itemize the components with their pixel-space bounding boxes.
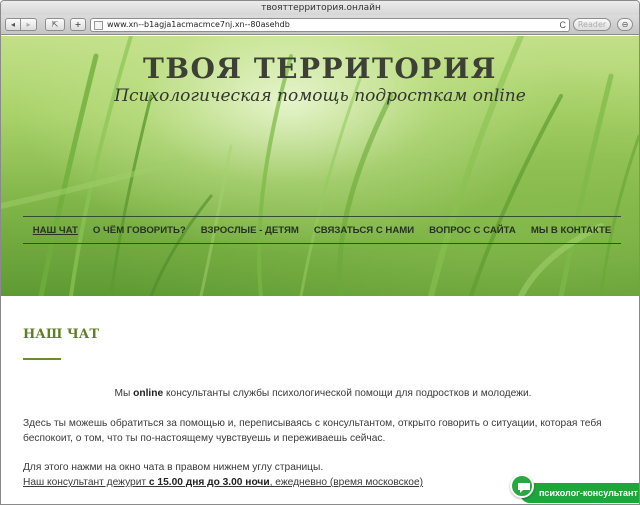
- instruction-paragraph: Для этого нажми на окно чата в правом ни…: [23, 462, 324, 473]
- new-tab-button[interactable]: +: [70, 18, 86, 31]
- schedule-text-pre: Наш консультант дежурит: [23, 477, 149, 488]
- nav-divider-bottom: [23, 243, 621, 244]
- chat-label[interactable]: психолог-консультант: [520, 483, 639, 503]
- nav-item-what-to-talk-about[interactable]: О ЧЁМ ГОВОРИТЬ?: [93, 225, 186, 236]
- window-title: твояттерритория.онлайн: [1, 1, 639, 15]
- intro-text-pre: Мы: [114, 388, 134, 399]
- nav-item-adults-to-children[interactable]: ВЗРОСЛЫЕ - ДЕТЯМ: [201, 225, 299, 236]
- browser-window: твояттерритория.онлайн ◂ ▸ ⇱ + www.xn--b…: [0, 0, 640, 505]
- nav-item-vkontakte[interactable]: МЫ В КОНТАКТЕ: [531, 225, 611, 236]
- description-paragraph: Здесь ты можешь обратиться за помощью и,…: [23, 418, 602, 444]
- intro-text-bold: online: [133, 388, 164, 399]
- header-banner: ТВОЯ ТЕРРИТОРИЯ Психологическая помощь п…: [1, 36, 639, 296]
- main-navigation: НАШ ЧАТ О ЧЁМ ГОВОРИТЬ? ВЗРОСЛЫЕ - ДЕТЯМ…: [23, 217, 621, 243]
- chat-bubble-icon[interactable]: [510, 474, 534, 498]
- schedule-text-post: , ежедневно (время московское): [269, 477, 424, 488]
- forward-button[interactable]: ▸: [21, 18, 37, 31]
- page-heading: НАШ ЧАТ: [23, 327, 100, 342]
- reload-icon[interactable]: C: [560, 19, 567, 31]
- nav-item-question-from-site[interactable]: ВОПРОС С САЙТА: [429, 225, 516, 236]
- reader-button[interactable]: Reader: [573, 18, 611, 31]
- heading-underline: [23, 358, 61, 360]
- schedule-text-bold: с 15.00 дня до 3.00 ночи: [148, 477, 270, 488]
- nav-item-our-chat[interactable]: НАШ ЧАТ: [33, 225, 78, 236]
- web-page: ТВОЯ ТЕРРИТОРИЯ Психологическая помощь п…: [1, 36, 639, 504]
- back-button[interactable]: ◂: [5, 18, 21, 31]
- favicon-icon: [94, 21, 103, 30]
- chat-widget[interactable]: психолог-консультант: [510, 474, 639, 504]
- intro-text-post: консультанты службы психологической помо…: [163, 388, 532, 399]
- nav-item-contact-us[interactable]: СВЯЗАТЬСЯ С НАМИ: [314, 225, 414, 236]
- browser-toolbar: ◂ ▸ ⇱ + www.xn--b1agja1acmacmce7nj.xn--8…: [1, 15, 639, 35]
- site-title[interactable]: ТВОЯ ТЕРРИТОРИЯ: [1, 52, 639, 85]
- intro-paragraph: Мы online консультанты службы психологич…: [23, 386, 623, 401]
- address-bar[interactable]: www.xn--b1agja1acmacmce7nj.xn--80asehdb …: [90, 18, 570, 32]
- address-url[interactable]: www.xn--b1agja1acmacmce7nj.xn--80asehdb: [107, 19, 290, 31]
- speech-bubble-icon: [518, 483, 530, 493]
- share-button[interactable]: ⇱: [45, 18, 65, 31]
- site-subtitle: Психологическая помощь подросткам online: [114, 86, 526, 106]
- downloads-button[interactable]: ⊖: [617, 18, 633, 31]
